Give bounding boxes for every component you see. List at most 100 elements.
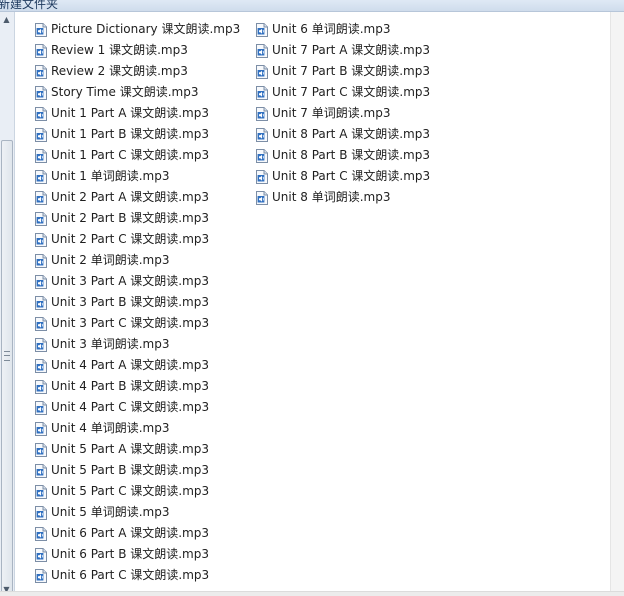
file-item[interactable]: Picture Dictionary 课文朗读.mp3 bbox=[35, 19, 240, 40]
audio-file-icon bbox=[35, 253, 47, 268]
audio-file-icon bbox=[35, 547, 47, 562]
file-name: Unit 1 Part A 课文朗读.mp3 bbox=[51, 106, 209, 120]
file-name: Review 1 课文朗读.mp3 bbox=[51, 43, 188, 57]
file-name: Story Time 课文朗读.mp3 bbox=[51, 85, 199, 99]
file-item[interactable]: Unit 6 Part A 课文朗读.mp3 bbox=[35, 523, 240, 544]
file-name: Unit 2 Part B 课文朗读.mp3 bbox=[51, 211, 209, 225]
audio-file-icon bbox=[35, 505, 47, 520]
file-item[interactable]: Unit 2 Part A 课文朗读.mp3 bbox=[35, 187, 240, 208]
file-column-1: Picture Dictionary 课文朗读.mp3 Review 1 课文朗读… bbox=[35, 19, 240, 586]
file-item[interactable]: Unit 2 Part B 课文朗读.mp3 bbox=[35, 208, 240, 229]
file-item[interactable]: Unit 1 单词朗读.mp3 bbox=[35, 166, 240, 187]
file-column-2: Unit 6 单词朗读.mp3 Unit 7 Part A 课文朗读.mp3 Uni… bbox=[256, 19, 430, 208]
audio-file-icon bbox=[35, 421, 47, 436]
audio-file-icon bbox=[35, 106, 47, 121]
file-item[interactable]: Unit 1 Part C 课文朗读.mp3 bbox=[35, 145, 240, 166]
file-name: Unit 6 单词朗读.mp3 bbox=[272, 22, 391, 36]
scroll-up-arrow-icon[interactable]: ▲ bbox=[1, 12, 12, 26]
file-name: Unit 6 Part C 课文朗读.mp3 bbox=[51, 568, 210, 582]
audio-file-icon bbox=[35, 526, 47, 541]
file-name: Review 2 课文朗读.mp3 bbox=[51, 64, 188, 78]
file-item[interactable]: Unit 6 单词朗读.mp3 bbox=[256, 19, 430, 40]
file-item[interactable]: Unit 4 单词朗读.mp3 bbox=[35, 418, 240, 439]
file-name: Unit 7 Part C 课文朗读.mp3 bbox=[272, 85, 431, 99]
file-item[interactable]: Unit 2 单词朗读.mp3 bbox=[35, 250, 240, 271]
file-item[interactable]: Unit 8 单词朗读.mp3 bbox=[256, 187, 430, 208]
file-item[interactable]: Unit 3 Part B 课文朗读.mp3 bbox=[35, 292, 240, 313]
file-item[interactable]: Unit 3 单词朗读.mp3 bbox=[35, 334, 240, 355]
window-title-bar: 新建文件夹 bbox=[0, 0, 624, 12]
file-name: Unit 5 单词朗读.mp3 bbox=[51, 505, 170, 519]
file-item[interactable]: Unit 7 Part C 课文朗读.mp3 bbox=[256, 82, 430, 103]
audio-file-icon bbox=[35, 169, 47, 184]
file-item[interactable]: Unit 4 Part B 课文朗读.mp3 bbox=[35, 376, 240, 397]
file-item[interactable]: Unit 6 Part C 课文朗读.mp3 bbox=[35, 565, 240, 586]
file-name: Unit 2 单词朗读.mp3 bbox=[51, 253, 170, 267]
file-name: Unit 3 Part A 课文朗读.mp3 bbox=[51, 274, 209, 288]
file-item[interactable]: Unit 8 Part A 课文朗读.mp3 bbox=[256, 124, 430, 145]
file-name: Unit 8 Part C 课文朗读.mp3 bbox=[272, 169, 431, 183]
file-name: Unit 1 单词朗读.mp3 bbox=[51, 169, 170, 183]
file-item[interactable]: Unit 3 Part A 课文朗读.mp3 bbox=[35, 271, 240, 292]
file-item[interactable]: Unit 7 单词朗读.mp3 bbox=[256, 103, 430, 124]
file-item[interactable]: Unit 5 Part B 课文朗读.mp3 bbox=[35, 460, 240, 481]
file-name: Unit 8 Part A 课文朗读.mp3 bbox=[272, 127, 430, 141]
audio-file-icon bbox=[35, 127, 47, 142]
file-item[interactable]: Unit 1 Part B 课文朗读.mp3 bbox=[35, 124, 240, 145]
file-name: Unit 3 Part B 课文朗读.mp3 bbox=[51, 295, 209, 309]
audio-file-icon bbox=[256, 43, 268, 58]
audio-file-icon bbox=[256, 190, 268, 205]
file-item[interactable]: Unit 6 Part B 课文朗读.mp3 bbox=[35, 544, 240, 565]
audio-file-icon bbox=[35, 64, 47, 79]
right-panel-edge bbox=[610, 12, 624, 596]
file-item[interactable]: Review 1 课文朗读.mp3 bbox=[35, 40, 240, 61]
scrollbar-thumb[interactable] bbox=[1, 140, 13, 594]
file-item[interactable]: Unit 8 Part B 课文朗读.mp3 bbox=[256, 145, 430, 166]
audio-file-icon bbox=[35, 463, 47, 478]
window-title: 新建文件夹 bbox=[0, 0, 59, 11]
audio-file-icon bbox=[256, 22, 268, 37]
file-item[interactable]: Story Time 课文朗读.mp3 bbox=[35, 82, 240, 103]
audio-file-icon bbox=[35, 379, 47, 394]
grip-icon bbox=[4, 351, 10, 361]
file-item[interactable]: Unit 4 Part A 课文朗读.mp3 bbox=[35, 355, 240, 376]
file-item[interactable]: Unit 8 Part C 课文朗读.mp3 bbox=[256, 166, 430, 187]
vertical-scrollbar[interactable]: ▲ ▼ bbox=[0, 12, 15, 596]
audio-file-icon bbox=[35, 22, 47, 37]
file-name: Unit 5 Part C 课文朗读.mp3 bbox=[51, 484, 210, 498]
file-name: Unit 8 单词朗读.mp3 bbox=[272, 190, 391, 204]
audio-file-icon bbox=[35, 148, 47, 163]
file-item[interactable]: Unit 7 Part B 课文朗读.mp3 bbox=[256, 61, 430, 82]
file-item[interactable]: Unit 4 Part C 课文朗读.mp3 bbox=[35, 397, 240, 418]
audio-file-icon bbox=[35, 442, 47, 457]
file-item[interactable]: Unit 5 Part C 课文朗读.mp3 bbox=[35, 481, 240, 502]
file-name: Unit 6 Part B 课文朗读.mp3 bbox=[51, 547, 209, 561]
audio-file-icon bbox=[35, 211, 47, 226]
file-name: Unit 4 Part C 课文朗读.mp3 bbox=[51, 400, 210, 414]
file-name: Unit 7 Part A 课文朗读.mp3 bbox=[272, 43, 430, 57]
file-name: Unit 7 Part B 课文朗读.mp3 bbox=[272, 64, 430, 78]
file-item[interactable]: Unit 1 Part A 课文朗读.mp3 bbox=[35, 103, 240, 124]
file-item[interactable]: Unit 5 Part A 课文朗读.mp3 bbox=[35, 439, 240, 460]
file-item[interactable]: Unit 5 单词朗读.mp3 bbox=[35, 502, 240, 523]
file-item[interactable]: Unit 2 Part C 课文朗读.mp3 bbox=[35, 229, 240, 250]
file-name: Unit 4 Part A 课文朗读.mp3 bbox=[51, 358, 209, 372]
file-name: Unit 5 Part B 课文朗读.mp3 bbox=[51, 463, 209, 477]
file-item[interactable]: Unit 3 Part C 课文朗读.mp3 bbox=[35, 313, 240, 334]
audio-file-icon bbox=[35, 43, 47, 58]
audio-file-icon bbox=[35, 232, 47, 247]
file-name: Unit 6 Part A 课文朗读.mp3 bbox=[51, 526, 209, 540]
file-name: Unit 3 单词朗读.mp3 bbox=[51, 337, 170, 351]
audio-file-icon bbox=[35, 274, 47, 289]
file-name: Unit 4 Part B 课文朗读.mp3 bbox=[51, 379, 209, 393]
file-name: Unit 2 Part A 课文朗读.mp3 bbox=[51, 190, 209, 204]
audio-file-icon bbox=[256, 169, 268, 184]
audio-file-icon bbox=[256, 127, 268, 142]
file-name: Unit 7 单词朗读.mp3 bbox=[272, 106, 391, 120]
file-name: Unit 1 Part B 课文朗读.mp3 bbox=[51, 127, 209, 141]
file-item[interactable]: Review 2 课文朗读.mp3 bbox=[35, 61, 240, 82]
file-name: Unit 1 Part C 课文朗读.mp3 bbox=[51, 148, 210, 162]
file-item[interactable]: Unit 7 Part A 课文朗读.mp3 bbox=[256, 40, 430, 61]
audio-file-icon bbox=[35, 295, 47, 310]
audio-file-icon bbox=[35, 568, 47, 583]
